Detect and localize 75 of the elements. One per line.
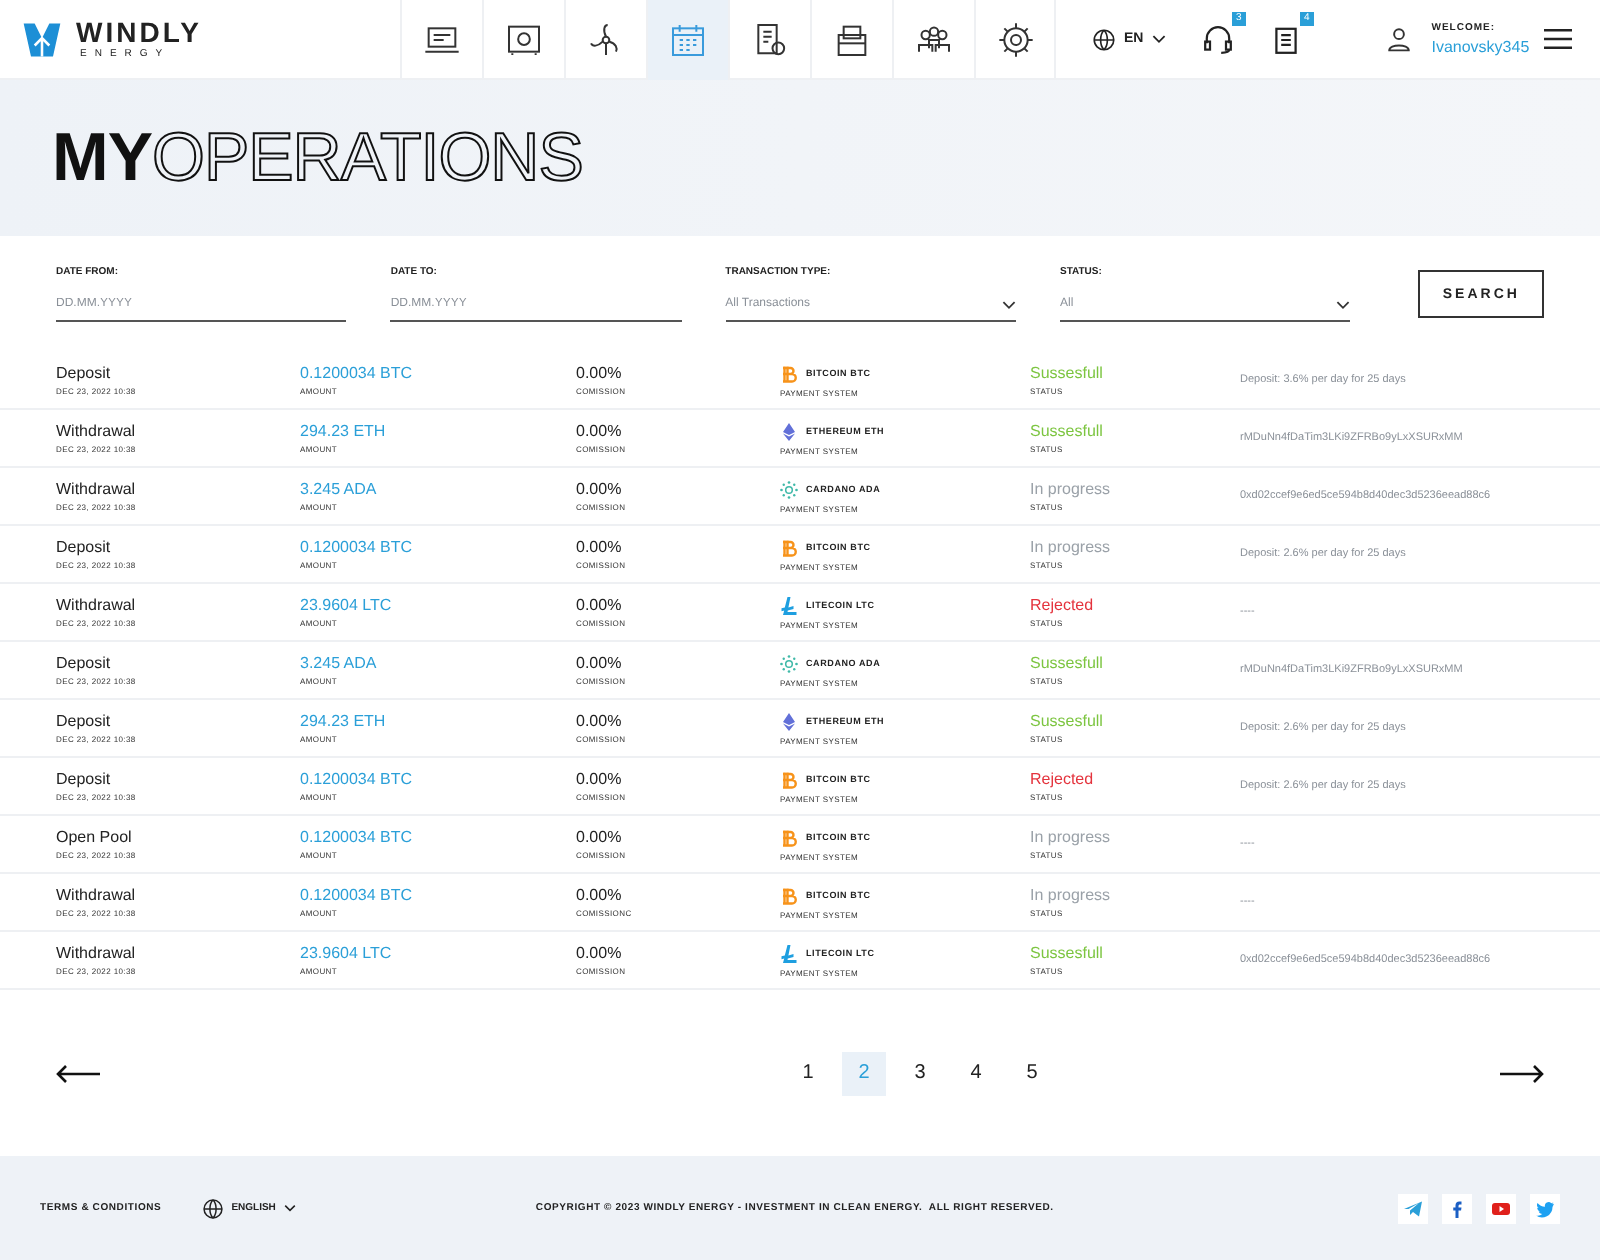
amount-value: 0.1200034 BTC [300,829,415,845]
safe-icon [504,20,544,60]
page-number-button[interactable]: 3 [898,1051,942,1095]
menu-button[interactable] [1544,28,1572,50]
telegram-button[interactable] [1398,1193,1428,1223]
page-title: MYOPERATIONS [52,124,583,192]
operation-type: Deposit [56,365,113,381]
operation-type: Deposit [56,655,113,671]
commission-value: 0.00% [576,655,624,671]
user-icon [1385,26,1412,52]
amount-value: 23.9604 LTC [300,945,394,961]
operation-type: Deposit [56,713,113,729]
status-value: Sussesfull [1030,945,1105,961]
operation-type: Withdrawal [56,945,138,961]
amount-value: 294.23 ETH [300,713,388,729]
amount-value: 23.9604 LTC [300,597,394,613]
operation-type: Withdrawal [56,481,138,497]
commission-value: 0.00% [576,365,624,381]
commission-value: 0.00% [576,713,624,729]
commission-value: 0.00% [576,481,624,497]
page-number-button[interactable]: 1 [786,1051,830,1095]
document-icon [1269,23,1302,55]
chevron-down-icon [1151,34,1166,44]
page-number-button[interactable]: 4 [954,1051,998,1095]
globe-icon [1092,27,1116,51]
brand-name: WINDLY [76,18,202,46]
previous-page-button[interactable] [56,1063,100,1083]
page-number-button[interactable]: 5 [1010,1051,1054,1095]
status-value: Rejected [1030,771,1096,787]
amount-value: 0.1200034 BTC [300,771,415,787]
status-value: In progress [1030,887,1113,903]
amount-value: 0.1200034 BTC [300,365,415,381]
arrow-right-icon [1500,1063,1544,1083]
menu-icon [1544,28,1572,50]
operation-type: Deposit [56,771,113,787]
amount-value: 0.1200034 BTC [300,539,415,555]
commission-value: 0.00% [576,945,624,961]
headset-button[interactable] [1201,23,1234,55]
amount-value: 0.1200034 BTC [300,887,415,903]
commission-value: 0.00% [576,887,624,903]
calendar-icon [668,20,708,60]
facebook-button[interactable] [1442,1193,1472,1223]
youtube-button[interactable] [1486,1193,1516,1223]
chevron-down-icon [283,1204,296,1212]
status-value: Sussesfull [1030,655,1105,671]
commission-value: 0.00% [576,829,624,845]
status-value: Sussesfull [1030,423,1105,439]
headset-icon [1201,23,1234,55]
case-icon [832,20,872,60]
documents-button[interactable] [1269,23,1302,55]
chevron-down-icon [1336,299,1351,309]
chevron-down-icon [1001,299,1016,309]
commission-value: 0.00% [576,771,624,787]
globe-icon [201,1197,224,1219]
amount-value: 3.245 ADA [300,481,379,497]
gear-icon [995,20,1035,60]
status-value: Rejected [1030,597,1096,613]
amount-value: 3.245 ADA [300,655,379,671]
amount-value: 294.23 ETH [300,423,388,439]
operation-type: Withdrawal [56,423,138,439]
status-value: In progress [1030,829,1113,845]
operation-type: Withdrawal [56,887,138,903]
commission-value: 0.00% [576,423,624,439]
operation-type: Deposit [56,539,113,555]
operation-type: Open Pool [56,829,134,845]
status-value: Sussesfull [1030,365,1105,381]
commission-value: 0.00% [576,539,624,555]
next-page-button[interactable] [1500,1063,1544,1083]
status-value: In progress [1030,539,1113,555]
commission-value: 0.00% [576,597,624,613]
arrow-left-icon [56,1063,100,1083]
status-value: In progress [1030,481,1113,497]
twitter-button[interactable] [1530,1193,1560,1223]
status-value: Sussesfull [1030,713,1105,729]
operation-type: Withdrawal [56,597,138,613]
